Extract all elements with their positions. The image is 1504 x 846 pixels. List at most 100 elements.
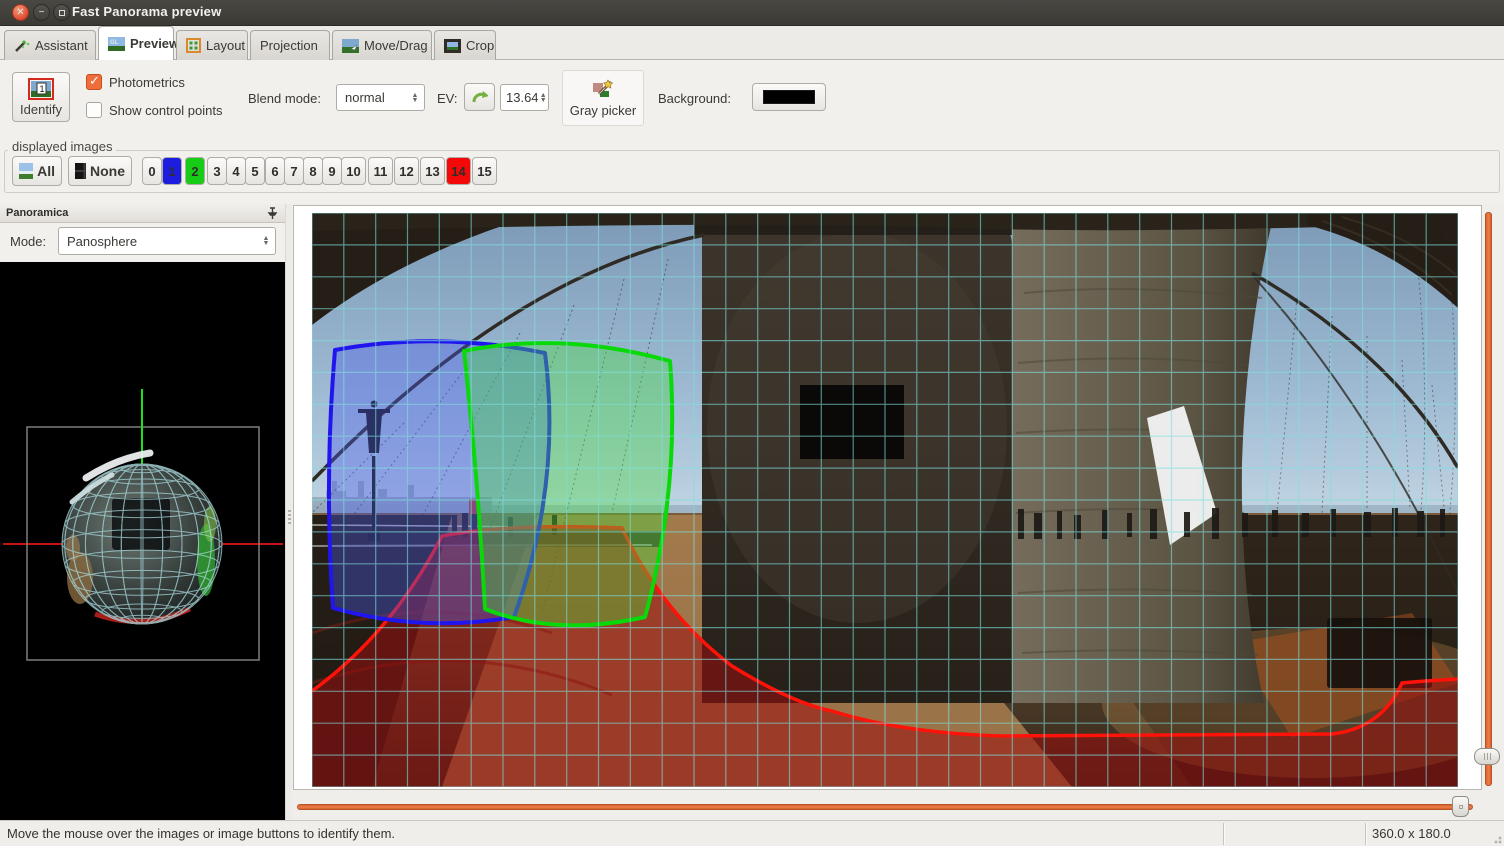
image-button-8[interactable]: 8 <box>303 157 323 185</box>
image-button-9[interactable]: 9 <box>322 157 342 185</box>
statusbar: Move the mouse over the images or image … <box>0 820 1504 846</box>
preview-main-panel <box>292 204 1504 820</box>
mode-row: Mode: Panosphere ▲▼ <box>0 223 285 262</box>
green-arrow-icon <box>471 89 488 105</box>
image-button-0[interactable]: 0 <box>142 157 162 185</box>
ev-value: 13.64 <box>501 90 539 105</box>
image-button-12[interactable]: 12 <box>394 157 419 185</box>
panosphere-panel: Panoramica Mode: Panosphere ▲▼ <box>0 204 285 820</box>
image-button-4[interactable]: 4 <box>226 157 246 185</box>
ev-spinbox[interactable]: 13.64 ▲▼ <box>500 84 549 111</box>
horizontal-slider-handle[interactable] <box>1452 796 1469 817</box>
tab-preview[interactable]: GL Preview <box>98 26 174 60</box>
gray-picker-button[interactable]: Gray picker <box>562 70 644 126</box>
spinner-arrows-icon[interactable]: ▲▼ <box>406 93 424 103</box>
svg-text:GL: GL <box>110 40 119 46</box>
displayed-images-legend: displayed images <box>8 139 116 154</box>
ev-reset-button[interactable] <box>464 83 495 111</box>
tab-label: Preview <box>130 36 179 51</box>
checkbox-unchecked-icon[interactable] <box>86 102 102 118</box>
ev-label: EV: <box>437 91 457 106</box>
crop-icon <box>444 39 461 53</box>
identify-button[interactable]: 1 Identify <box>12 72 70 122</box>
mode-value: Panosphere <box>59 234 257 249</box>
minimize-icon[interactable]: − <box>33 4 50 21</box>
identify-icon: 1 <box>28 78 54 100</box>
app-window: ✕ − Fast Panorama preview Assistant GL P… <box>0 0 1504 846</box>
none-dark-icon <box>75 163 86 179</box>
identify-label: Identify <box>20 102 62 117</box>
image-button-3[interactable]: 3 <box>207 157 227 185</box>
spinner-arrows-icon[interactable]: ▲▼ <box>539 93 548 103</box>
photometrics-label: Photometrics <box>109 75 185 90</box>
statusbar-divider <box>1365 823 1366 845</box>
tab-label: Projection <box>260 38 318 53</box>
image2-region <box>464 343 672 625</box>
tab-crop[interactable]: Crop <box>434 30 496 60</box>
tab-projection[interactable]: Projection <box>250 30 330 60</box>
photometrics-checkbox[interactable]: Photometrics <box>86 72 185 92</box>
checkbox-checked-icon[interactable] <box>86 74 102 90</box>
vertical-slider-track[interactable] <box>1485 212 1492 786</box>
background-label: Background: <box>658 91 731 106</box>
svg-text:1: 1 <box>40 84 45 94</box>
vertical-slider-handle[interactable] <box>1474 748 1500 765</box>
gray-picker-label: Gray picker <box>570 103 636 118</box>
panorama-image[interactable] <box>312 213 1458 787</box>
blend-mode-select[interactable]: normal ▲▼ <box>336 84 425 111</box>
blend-mode-label: Blend mode: <box>248 91 321 106</box>
image-button-13[interactable]: 13 <box>420 157 445 185</box>
status-message: Move the mouse over the images or image … <box>7 826 395 841</box>
preview-canvas-frame <box>293 205 1482 790</box>
panosphere-header: Panoramica <box>0 204 285 223</box>
statusbar-divider <box>1223 823 1224 845</box>
all-label: All <box>37 163 55 179</box>
splitter-grip-icon[interactable] <box>288 510 291 524</box>
background-color-button[interactable] <box>752 83 826 111</box>
tab-label: Assistant <box>35 38 88 53</box>
image-button-7[interactable]: 7 <box>284 157 304 185</box>
image-button-1[interactable]: 1 <box>162 157 182 185</box>
tab-label: Layout <box>206 38 245 53</box>
tab-layout[interactable]: Layout <box>176 30 248 60</box>
image-button-10[interactable]: 10 <box>341 157 366 185</box>
all-images-button[interactable]: All <box>12 156 62 186</box>
image-button-6[interactable]: 6 <box>265 157 285 185</box>
maximize-icon[interactable] <box>53 4 70 21</box>
layout-grid-icon <box>186 38 201 53</box>
eyedropper-icon <box>591 79 615 101</box>
background-swatch <box>763 90 815 104</box>
tab-label: Crop <box>466 38 494 53</box>
tab-label: Move/Drag <box>364 38 428 53</box>
spinner-arrows-icon[interactable]: ▲▼ <box>257 236 275 246</box>
mode-select[interactable]: Panosphere ▲▼ <box>58 227 276 255</box>
pano-dimensions: 360.0 x 180.0 <box>1372 826 1451 841</box>
preview-landscape-icon: GL <box>108 37 125 51</box>
image-button-14[interactable]: 14 <box>446 157 471 185</box>
panel-splitter[interactable] <box>285 204 292 820</box>
titlebar: ✕ − Fast Panorama preview <box>0 0 1504 26</box>
all-landscape-icon <box>19 163 33 179</box>
image-button-11[interactable]: 11 <box>368 157 393 185</box>
panosphere-canvas[interactable] <box>0 262 285 820</box>
image-button-5[interactable]: 5 <box>245 157 265 185</box>
mode-label: Mode: <box>10 234 46 249</box>
tab-movedrag[interactable]: Move/Drag <box>332 30 432 60</box>
horizontal-slider-track[interactable] <box>297 804 1473 810</box>
image-button-2[interactable]: 2 <box>185 157 205 185</box>
blend-mode-value: normal <box>337 90 406 105</box>
tab-assistant[interactable]: Assistant <box>4 30 96 60</box>
pin-icon[interactable] <box>267 207 278 220</box>
toolbar: 1 Identify Photometrics Show control poi… <box>0 60 1504 148</box>
tabbar: Assistant GL Preview Layout Projection M… <box>0 26 1504 60</box>
show-control-points-label: Show control points <box>109 103 222 118</box>
show-control-points-checkbox[interactable]: Show control points <box>86 100 222 120</box>
close-icon[interactable]: ✕ <box>12 4 29 21</box>
panosphere-title: Panoramica <box>6 207 68 219</box>
image-button-15[interactable]: 15 <box>472 157 497 185</box>
no-images-button[interactable]: None <box>68 156 132 186</box>
none-label: None <box>90 163 125 179</box>
wand-icon <box>14 38 30 54</box>
move-landscape-icon <box>342 39 359 53</box>
resize-grip-icon[interactable] <box>1490 832 1502 844</box>
